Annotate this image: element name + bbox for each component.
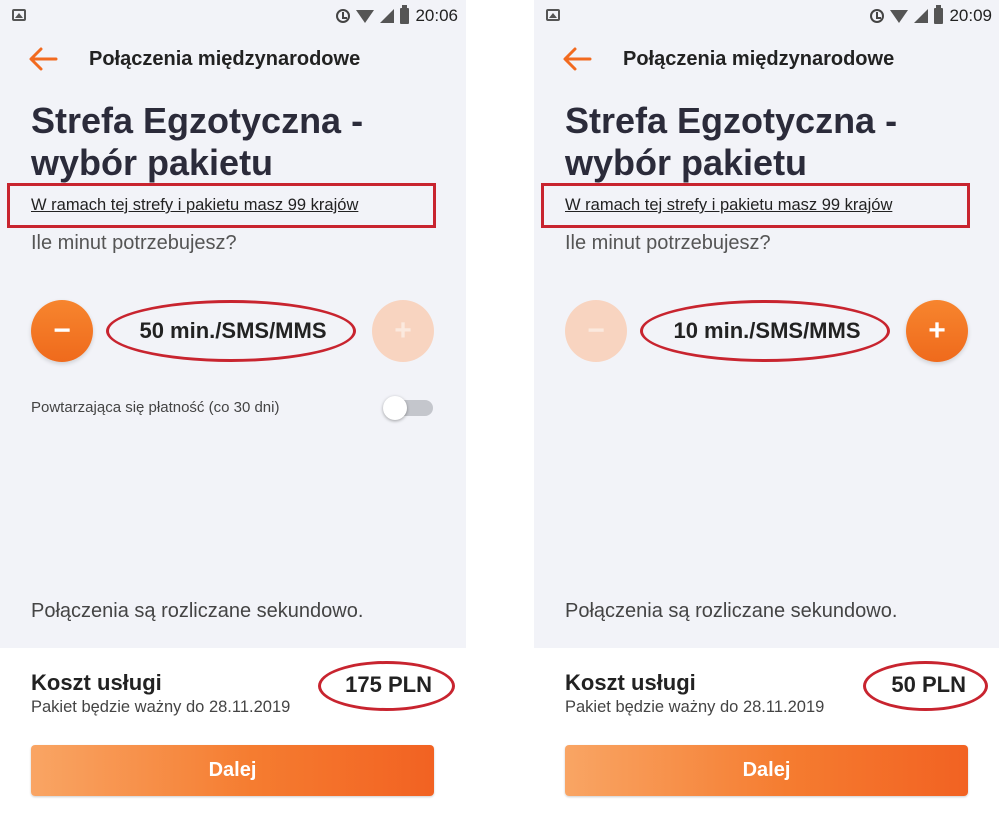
page-heading: Strefa Egzotyczna - wybór pakietu bbox=[565, 100, 985, 184]
next-button[interactable]: Dalej bbox=[565, 745, 968, 796]
annotation-oval-price bbox=[318, 661, 455, 711]
increase-button[interactable]: + bbox=[372, 300, 434, 362]
annotation-rectangle bbox=[541, 183, 970, 228]
page-heading-line-1: Strefa Egzotyczna - bbox=[31, 100, 364, 141]
summary-panel: Koszt usługi Pakiet będzie ważny do 28.1… bbox=[534, 648, 999, 827]
recurring-payment-label: Powtarzająca się płatność (co 30 dni) bbox=[31, 399, 280, 416]
screen-left: 20:06 Połączenia międzynarodowe Strefa E… bbox=[0, 0, 466, 827]
annotation-oval bbox=[106, 300, 356, 362]
back-arrow-icon[interactable] bbox=[562, 46, 592, 72]
minutes-question: Ile minut potrzebujesz? bbox=[31, 232, 237, 254]
page-heading-line-2: wybór pakietu bbox=[31, 142, 274, 183]
page-heading-line-1: Strefa Egzotyczna - bbox=[565, 100, 898, 141]
alarm-icon bbox=[336, 9, 351, 23]
nav-title: Połączenia międzynarodowe bbox=[89, 48, 361, 70]
screen-right: 20:09 Połączenia międzynarodowe Strefa E… bbox=[534, 0, 999, 827]
cost-label: Koszt usługi bbox=[565, 670, 696, 695]
recurring-payment-toggle[interactable] bbox=[383, 396, 435, 420]
status-time: 20:09 bbox=[949, 6, 992, 25]
image-notification-icon bbox=[12, 9, 26, 21]
status-bar: 20:09 bbox=[534, 0, 999, 32]
image-notification-icon bbox=[546, 9, 560, 21]
cost-label: Koszt usługi bbox=[31, 670, 162, 695]
validity-text: Pakiet będzie ważny do 28.11.2019 bbox=[31, 698, 291, 716]
status-bar: 20:06 bbox=[0, 0, 466, 32]
status-time: 20:06 bbox=[415, 6, 458, 25]
annotation-oval-price bbox=[863, 661, 988, 711]
billing-note: Połączenia są rozliczane sekundowo. bbox=[31, 600, 364, 622]
signal-icon bbox=[380, 9, 395, 23]
annotation-oval bbox=[640, 300, 890, 362]
toggle-knob bbox=[383, 396, 407, 420]
wifi-icon bbox=[890, 9, 909, 23]
page-heading-line-2: wybór pakietu bbox=[565, 142, 808, 183]
page-heading: Strefa Egzotyczna - wybór pakietu bbox=[31, 100, 451, 184]
billing-note: Połączenia są rozliczane sekundowo. bbox=[565, 600, 898, 622]
signal-icon bbox=[914, 9, 929, 23]
annotation-rectangle bbox=[7, 183, 436, 228]
wifi-icon bbox=[356, 9, 375, 23]
minutes-question: Ile minut potrzebujesz? bbox=[565, 232, 771, 254]
battery-icon bbox=[400, 5, 410, 24]
nav-title: Połączenia międzynarodowe bbox=[623, 48, 895, 70]
back-arrow-icon[interactable] bbox=[28, 46, 58, 72]
summary-panel: Koszt usługi Pakiet będzie ważny do 28.1… bbox=[0, 648, 466, 827]
battery-icon bbox=[934, 5, 944, 24]
increase-button[interactable]: + bbox=[906, 300, 968, 362]
next-button[interactable]: Dalej bbox=[31, 745, 434, 796]
alarm-icon bbox=[870, 9, 885, 23]
validity-text: Pakiet będzie ważny do 28.11.2019 bbox=[565, 698, 825, 716]
